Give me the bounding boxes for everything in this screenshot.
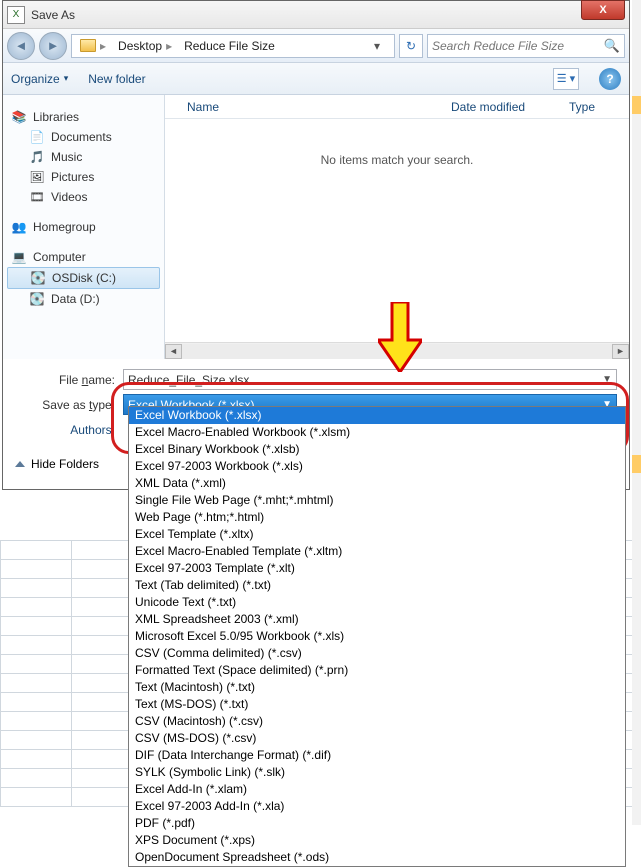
breadcrumb-folder[interactable]: Reduce File Size [178, 39, 281, 53]
col-type[interactable]: Type [569, 100, 629, 114]
organize-button[interactable]: Organize ▾ [11, 72, 68, 86]
dd-item[interactable]: Single File Web Page (*.mht;*.mhtml) [129, 492, 625, 509]
refresh-button[interactable]: ↻ [399, 34, 423, 58]
dd-item[interactable]: Text (Tab delimited) (*.txt) [129, 577, 625, 594]
nav-osdisk[interactable]: 💽OSDisk (C:) [7, 267, 160, 289]
scroll-left-icon[interactable]: ◄ [165, 344, 182, 359]
new-folder-button[interactable]: New folder [88, 72, 145, 86]
empty-message: No items match your search. [165, 119, 629, 342]
dd-item[interactable]: CSV (Macintosh) (*.csv) [129, 713, 625, 730]
dd-item[interactable]: Excel Workbook (*.xlsx) [129, 407, 625, 424]
nav-pictures[interactable]: 🖼Pictures [7, 167, 160, 187]
folder-icon [80, 39, 96, 52]
dd-item[interactable]: Microsoft Excel 5.0/95 Workbook (*.xls) [129, 628, 625, 645]
titlebar: X Save As X [3, 1, 629, 29]
nav-music[interactable]: 🎵Music [7, 147, 160, 167]
filename-input[interactable]: Reduce_File_Size.xlsx▼ [123, 369, 617, 390]
pictures-icon: 🖼 [29, 169, 45, 185]
dd-item[interactable]: SYLK (Symbolic Link) (*.slk) [129, 764, 625, 781]
dd-item[interactable]: XML Spreadsheet 2003 (*.xml) [129, 611, 625, 628]
dd-item[interactable]: Text (Macintosh) (*.txt) [129, 679, 625, 696]
scroll-right-icon[interactable]: ► [612, 344, 629, 359]
nav-homegroup[interactable]: 👥Homegroup [7, 217, 160, 237]
libraries-icon: 📚 [11, 109, 27, 125]
search-box[interactable]: 🔍 [427, 34, 625, 58]
file-list: Name Date modified Type No items match y… [165, 95, 629, 359]
help-button[interactable]: ? [599, 68, 621, 90]
filename-label: File name: [15, 373, 123, 387]
dd-item[interactable]: Web Page (*.htm;*.html) [129, 509, 625, 526]
dd-item[interactable]: Unicode Text (*.txt) [129, 594, 625, 611]
caret-up-icon [15, 461, 25, 467]
dd-item[interactable]: CSV (Comma delimited) (*.csv) [129, 645, 625, 662]
dd-item[interactable]: CSV (MS-DOS) (*.csv) [129, 730, 625, 747]
drive-icon: 💽 [30, 270, 46, 286]
dd-item[interactable]: Formatted Text (Space delimited) (*.prn) [129, 662, 625, 679]
excel-app-icon: X [7, 6, 25, 24]
documents-icon: 📄 [29, 129, 45, 145]
col-name[interactable]: Name [165, 100, 451, 114]
dd-item[interactable]: OpenDocument Spreadsheet (*.ods) [129, 849, 625, 866]
search-input[interactable] [432, 39, 604, 53]
dd-item[interactable]: Excel Macro-Enabled Workbook (*.xlsm) [129, 424, 625, 441]
savetype-dropdown-list[interactable]: Excel Workbook (*.xlsx) Excel Macro-Enab… [128, 406, 626, 867]
toolbar: Organize ▾ New folder ☰ ▾ ? [3, 63, 629, 95]
nav-forward-button[interactable]: ► [39, 32, 67, 60]
hide-folders-button[interactable]: Hide Folders [31, 457, 99, 471]
address-bar-row: ◄ ► ▸ Desktop ▸ Reduce File Size ▾ ↻ 🔍 [3, 29, 629, 63]
right-edge-strip [632, 0, 641, 825]
close-icon: X [599, 4, 606, 16]
dd-item[interactable]: Excel 97-2003 Workbook (*.xls) [129, 458, 625, 475]
authors-label: Authors: [15, 423, 123, 437]
breadcrumb-desktop[interactable]: Desktop ▸ [112, 39, 178, 53]
nav-videos[interactable]: 🎞Videos [7, 187, 160, 207]
chevron-down-icon[interactable]: ▼ [602, 374, 612, 385]
dd-item[interactable]: Text (MS-DOS) (*.txt) [129, 696, 625, 713]
close-button[interactable]: X [581, 0, 625, 20]
view-mode-button[interactable]: ☰ ▾ [553, 68, 579, 90]
dd-item[interactable]: DIF (Data Interchange Format) (*.dif) [129, 747, 625, 764]
computer-icon: 💻 [11, 249, 27, 265]
horizontal-scrollbar[interactable]: ◄ ► [165, 342, 629, 359]
nav-documents[interactable]: 📄Documents [7, 127, 160, 147]
nav-libraries[interactable]: 📚Libraries [7, 107, 160, 127]
window-title: Save As [31, 8, 75, 22]
dd-item[interactable]: Excel Add-In (*.xlam) [129, 781, 625, 798]
nav-computer[interactable]: 💻Computer [7, 247, 160, 267]
breadcrumb-dropdown-icon[interactable]: ▾ [374, 39, 392, 53]
dd-item[interactable]: Excel Macro-Enabled Template (*.xltm) [129, 543, 625, 560]
dd-item[interactable]: Excel Template (*.xltx) [129, 526, 625, 543]
drive-icon: 💽 [29, 291, 45, 307]
list-header[interactable]: Name Date modified Type [165, 95, 629, 119]
nav-datad[interactable]: 💽Data (D:) [7, 289, 160, 309]
breadcrumb[interactable]: ▸ Desktop ▸ Reduce File Size ▾ [71, 34, 395, 58]
homegroup-icon: 👥 [11, 219, 27, 235]
nav-pane: 📚Libraries 📄Documents 🎵Music 🖼Pictures 🎞… [3, 95, 165, 359]
dd-item[interactable]: PDF (*.pdf) [129, 815, 625, 832]
dd-item[interactable]: Excel 97-2003 Template (*.xlt) [129, 560, 625, 577]
dd-item[interactable]: Excel 97-2003 Add-In (*.xla) [129, 798, 625, 815]
dd-item[interactable]: XML Data (*.xml) [129, 475, 625, 492]
savetype-label: Save as type: [15, 398, 123, 412]
search-icon: 🔍 [604, 38, 620, 54]
nav-back-button[interactable]: ◄ [7, 32, 35, 60]
dd-item[interactable]: Excel Binary Workbook (*.xlsb) [129, 441, 625, 458]
dd-item[interactable]: XPS Document (*.xps) [129, 832, 625, 849]
videos-icon: 🎞 [29, 189, 45, 205]
music-icon: 🎵 [29, 149, 45, 165]
col-date[interactable]: Date modified [451, 100, 569, 114]
